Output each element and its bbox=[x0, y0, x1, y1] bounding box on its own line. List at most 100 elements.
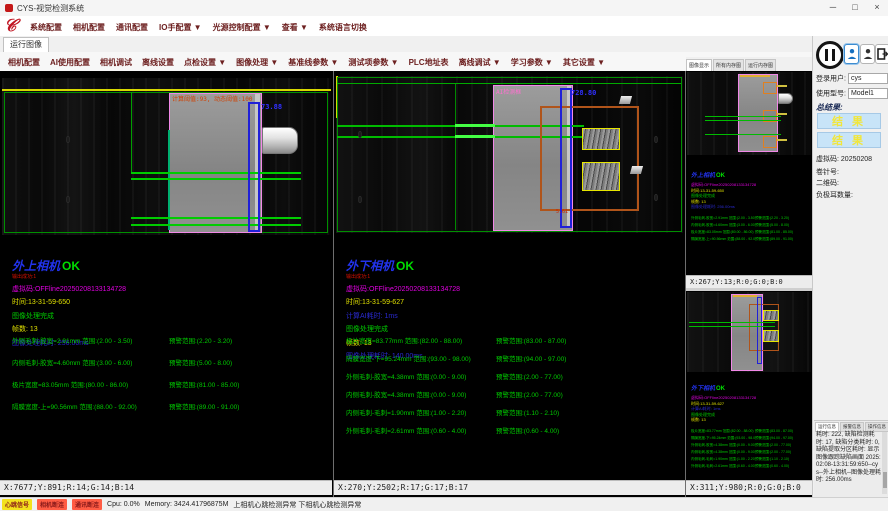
tool-camera-config[interactable]: 相机配置 bbox=[8, 57, 40, 68]
tool-ai-config[interactable]: AI使用配置 bbox=[50, 57, 90, 68]
log-scrollbar-thumb[interactable] bbox=[883, 472, 887, 488]
pause-icon bbox=[825, 49, 828, 61]
measurement-row: 外侧毛刺-毛刺=2.61mm 范围:(0.60 - 4.00)预警范围:(0.6… bbox=[346, 425, 566, 435]
thumb-tab-all-memory[interactable]: 所有内存图 bbox=[713, 59, 744, 71]
menu-view[interactable]: 查看 ▼ bbox=[282, 22, 308, 33]
measurement-row: 内侧毛刺-胶宽=4.60mm 范围:(3.00 - 6.00)预警范围:(5.0… bbox=[12, 357, 239, 367]
exit-button[interactable] bbox=[875, 44, 888, 64]
mini-orange-box bbox=[763, 136, 777, 148]
mini-measure-row: 内侧毛刺-毛刺=1.90mm 范围:(1.00 - 2.20)预警范围:(1.1… bbox=[691, 457, 811, 462]
thumb-divider bbox=[686, 288, 812, 291]
screw-detail bbox=[358, 131, 362, 138]
main-area: 计算阈值:93, 动态阈值:100 73.88 外上相机OK 输出成功:1 虚拟… bbox=[0, 71, 812, 497]
camera-disconnect-badge: 相机断连 bbox=[37, 499, 67, 510]
log-scrollbar[interactable] bbox=[882, 432, 887, 494]
menu-light-config[interactable]: 光源控制配置 ▼ bbox=[213, 22, 271, 33]
thumb-view-upper[interactable] bbox=[687, 72, 811, 155]
tool-offline-debug[interactable]: 离线调试 ▼ bbox=[459, 57, 501, 68]
app-window: CYS-视觉检测系统 ─ □ × 𝒞 系统配置 相机配置 通讯配置 IO手配置 … bbox=[0, 0, 888, 522]
tab-connector bbox=[778, 93, 793, 104]
total-result-label: 总结果: bbox=[816, 102, 843, 113]
close-icon[interactable]: × bbox=[866, 0, 888, 16]
mini-annotation bbox=[777, 139, 787, 141]
threshold-overlay-text: 计算阈值:93, 动态阈值:100 bbox=[172, 94, 253, 103]
thumb-upper-text: 外上相机OK 虚拟码:OFFline20250208133134728 时间:1… bbox=[691, 164, 811, 244]
maximize-icon[interactable]: □ bbox=[844, 0, 866, 16]
overlay-hline bbox=[131, 217, 301, 219]
tab-detect-box bbox=[763, 310, 779, 321]
log-text: 耗时: 222, 缺陷检测耗时: 17, 缺陷分类耗时: 0, 缺陷提取分区耗时… bbox=[816, 432, 881, 485]
measurement-row: 隔膜宽度-下=95.24mm 范围:(93.00 - 98.00)预警范围:(9… bbox=[346, 353, 566, 363]
user-manage-button[interactable] bbox=[860, 44, 875, 64]
left-measurements: 外侧毛刺-胶宽=2.91mm 范围:(2.00 - 3.50)预警范围:(2.2… bbox=[12, 335, 239, 423]
thumb-tab-run-memory[interactable]: 运行内存图 bbox=[745, 59, 776, 71]
tool-plc-table[interactable]: PLC地址表 bbox=[409, 57, 449, 68]
right-sidebar: 登录用户:cys 使用型号:Model1 总结果: 结 果 结 果 虚拟码: 2… bbox=[812, 36, 888, 497]
login-user-row: 登录用户:cys bbox=[816, 73, 888, 84]
overlay-orange-rect bbox=[540, 106, 639, 211]
overlay-hline bbox=[705, 134, 781, 135]
mini-blue-rect bbox=[757, 297, 762, 364]
tool-learn-params[interactable]: 学习参数 ▼ bbox=[511, 57, 553, 68]
thumb-lower-text: 外下相机OK 虚拟码:OFFline20250208133134728 时间:1… bbox=[691, 377, 811, 471]
screw-detail bbox=[654, 136, 658, 143]
log-tab-run[interactable]: 运行信息 bbox=[815, 422, 839, 432]
tab-count-row: 负极耳数量: bbox=[816, 190, 853, 200]
tool-other-settings[interactable]: 其它设置 ▼ bbox=[563, 57, 605, 68]
right-camera-view[interactable]: AI检测框 728.80 5.61 bbox=[336, 76, 683, 233]
mini-annotation bbox=[777, 113, 787, 115]
total-result-box-2: 结 果 bbox=[817, 132, 881, 148]
ai-box-label: AI检测框 bbox=[496, 87, 521, 96]
model-row: 使用型号:Model1 bbox=[816, 88, 888, 99]
status-bar: 心跳信号 相机断连 通讯断连 Cpu: 0.0% Memory: 3424.41… bbox=[0, 497, 888, 511]
heartbeat-alerts: 上相机心跳检测异常 下相机心跳检测异常 bbox=[233, 500, 361, 510]
overlay-green-frame bbox=[4, 92, 328, 233]
pause-button[interactable] bbox=[816, 41, 844, 69]
login-user-value[interactable]: cys bbox=[848, 73, 888, 84]
metal-highlight bbox=[630, 166, 643, 174]
tab-connector bbox=[262, 127, 298, 154]
thumb-tabs: 图像显示 所有内存图 运行内存图 bbox=[686, 57, 812, 71]
thumb-lower-coords: X:311;Y:980;R:0;G:0;B:0 bbox=[686, 480, 812, 495]
tool-camera-debug[interactable]: 相机调试 bbox=[100, 57, 132, 68]
log-tab-alarm[interactable]: 报警信息 bbox=[840, 422, 864, 432]
tab-detect-box bbox=[763, 330, 779, 342]
right-done: 图像处理完成 bbox=[346, 324, 460, 334]
left-done: 图像处理完成 bbox=[12, 311, 126, 321]
screw-detail bbox=[358, 196, 362, 203]
overlay-hline bbox=[131, 224, 301, 226]
menu-system-config[interactable]: 系统配置 bbox=[30, 22, 62, 33]
tool-test-params[interactable]: 测试项参数 ▼ bbox=[348, 57, 398, 68]
measurement-row: 外侧毛刺-胶宽=2.91mm 范围:(2.00 - 3.50)预警范围:(2.2… bbox=[12, 335, 239, 345]
left-camera-view[interactable]: 计算阈值:93, 动态阈值:100 73.88 bbox=[2, 78, 331, 235]
barcode-row: 虚拟码: 20250208 bbox=[816, 154, 872, 164]
overlay-hline bbox=[689, 322, 775, 323]
thumb-tab-image[interactable]: 图像显示 bbox=[686, 59, 712, 71]
overlay-vline bbox=[131, 92, 132, 174]
tool-spotcheck-setting[interactable]: 点检设置 ▼ bbox=[184, 57, 226, 68]
minimize-icon[interactable]: ─ bbox=[822, 0, 844, 16]
right-camera-name: 外下相机 bbox=[346, 259, 394, 273]
tool-baseline-params[interactable]: 基准线参数 ▼ bbox=[288, 57, 338, 68]
mini-measure-row: 外侧毛刺-毛刺=2.61mm 范围:(0.60 - 4.00)预警范围:(0.6… bbox=[691, 464, 811, 469]
menu-language[interactable]: 系统语言切换 bbox=[319, 22, 367, 33]
left-status-ok: OK bbox=[62, 259, 80, 273]
menu-comm-config[interactable]: 通讯配置 bbox=[116, 22, 148, 33]
needle-row: 卷针号: bbox=[816, 167, 839, 177]
tool-image-process[interactable]: 图像处理 ▼ bbox=[236, 57, 278, 68]
tab-detect-box bbox=[582, 128, 620, 150]
measurement-row: 内侧毛刺-毛刺=1.90mm 范围:(1.00 - 2.20)预警范围:(1.1… bbox=[346, 407, 566, 417]
menu-io-config[interactable]: IO手配置 ▼ bbox=[159, 22, 202, 33]
user-login-button[interactable] bbox=[844, 44, 859, 64]
menu-items: 系统配置 相机配置 通讯配置 IO手配置 ▼ 光源控制配置 ▼ 查看 ▼ 系统语… bbox=[30, 22, 367, 33]
mini-measure-row: 极片宽度=83.77mm 范围:(82.00 - 88.00)预警范围:(83.… bbox=[691, 429, 811, 434]
cpu-usage: Cpu: 0.0% bbox=[107, 501, 140, 508]
tool-offline-setting[interactable]: 离线设置 bbox=[142, 57, 174, 68]
screw-detail bbox=[66, 196, 70, 203]
thumb-view-lower[interactable] bbox=[687, 292, 811, 372]
log-tab-operate[interactable]: 操作信息 bbox=[865, 422, 888, 432]
mini-annotation bbox=[733, 295, 757, 297]
tab-run-image[interactable]: 运行图像 bbox=[3, 37, 49, 52]
menu-camera-config[interactable]: 相机配置 bbox=[73, 22, 105, 33]
model-value[interactable]: Model1 bbox=[848, 88, 888, 99]
